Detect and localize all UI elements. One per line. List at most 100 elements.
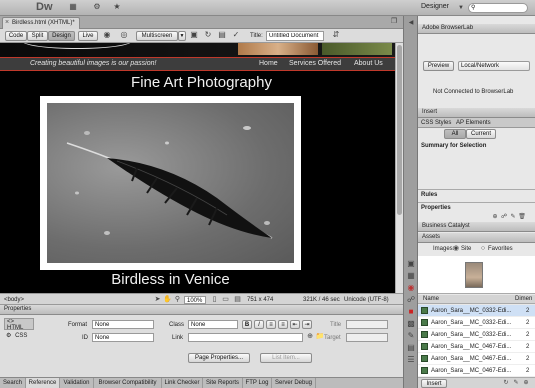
radio-site[interactable]: ◉	[452, 244, 460, 254]
asset-row[interactable]: Aaron_Sara__MC_0467-Edi... 2	[418, 353, 535, 365]
browserlab-source-select[interactable]: Local/Network	[458, 61, 530, 71]
gear-icon[interactable]: ⚙	[90, 2, 104, 12]
tag-selector[interactable]: <body>	[4, 297, 24, 303]
nav-link-services[interactable]: Services Offered	[289, 60, 341, 67]
browserlab-preview-button[interactable]: Preview	[423, 61, 454, 71]
css-mode-button[interactable]: ⚙ CSS	[4, 332, 34, 344]
tab-validation[interactable]: Validation	[60, 378, 94, 388]
format-select[interactable]: None	[92, 320, 154, 329]
multiscreen-dropdown[interactable]: ▼	[178, 31, 186, 41]
asset-row[interactable]: Aaron_Sara__MC_0332-Edi... 2	[418, 305, 535, 317]
tab-link-checker[interactable]: Link Checker	[162, 378, 203, 388]
add-to-favorites-icon[interactable]: ⊕	[522, 378, 530, 388]
asset-row[interactable]: Aaron_Sara__MC_0467-Edi... 2	[418, 365, 535, 377]
insert-panel-icon[interactable]: ▣	[406, 259, 416, 269]
tab-ftp-log[interactable]: FTP Log	[243, 378, 272, 388]
multiscreen-button[interactable]: Multiscreen	[136, 31, 178, 41]
movies-icon[interactable]: ▩	[406, 319, 416, 329]
refresh-icon[interactable]: ↻	[202, 30, 214, 40]
tab-ap-elements[interactable]: AP Elements	[456, 120, 491, 126]
css-all-button[interactable]: All	[444, 129, 466, 139]
close-icon[interactable]: ×	[5, 19, 9, 26]
nav-link-about[interactable]: About Us	[354, 60, 383, 67]
tab-reference[interactable]: Reference	[26, 378, 60, 388]
indent-button[interactable]: ⇥	[302, 320, 312, 329]
globe-icon[interactable]: ◉	[101, 30, 113, 40]
tab-site-reports[interactable]: Site Reports	[203, 378, 243, 388]
panel-collapse-icon[interactable]: ◀	[406, 18, 416, 28]
list-item-button[interactable]: List Item...	[260, 353, 312, 363]
refresh-site-list-icon[interactable]: ↻	[502, 378, 510, 388]
flash-icon[interactable]: ■	[406, 307, 416, 317]
trash-icon[interactable]: 🗑	[518, 212, 526, 222]
mobile-size-icon[interactable]: ▯	[210, 295, 219, 305]
templates-icon[interactable]: ▤	[406, 343, 416, 353]
tab-search[interactable]: Search	[0, 378, 26, 388]
id-select[interactable]: None	[92, 333, 154, 342]
zoom-select[interactable]: 100%	[184, 296, 206, 304]
check-page-icon[interactable]: ✓	[230, 30, 242, 40]
design-view-button[interactable]: Design	[48, 31, 75, 41]
scripts-icon[interactable]: ✎	[406, 331, 416, 341]
new-rule-icon[interactable]: ✎	[509, 212, 517, 222]
urls-icon[interactable]: ☍	[406, 295, 416, 305]
assets-tab[interactable]: Assets	[418, 233, 535, 243]
asset-row[interactable]: Aaron_Sara__MC_0332-Edi... 2	[418, 317, 535, 329]
file-management-icon[interactable]: ⇵	[330, 30, 342, 40]
help-search-input[interactable]: ⚲	[468, 3, 528, 13]
insert-panel-tab[interactable]: Insert	[418, 108, 535, 118]
tab-css-styles[interactable]: CSS Styles	[421, 120, 451, 126]
canvas-vertical-scrollbar[interactable]	[395, 43, 403, 293]
page-properties-button[interactable]: Page Properties...	[188, 353, 250, 363]
extensions-icon[interactable]: ★	[110, 2, 124, 12]
scrollbar-thumb[interactable]	[397, 45, 402, 215]
design-canvas[interactable]: Creating beautiful images is our passion…	[0, 43, 403, 293]
restore-window-icon[interactable]: ❐	[388, 17, 400, 27]
window-dimensions[interactable]: 751 x 474	[247, 297, 273, 303]
colors-icon[interactable]: ◉	[406, 283, 416, 293]
css-current-button[interactable]: Current	[466, 129, 496, 139]
business-catalyst-tab[interactable]: Business Catalyst	[418, 222, 535, 232]
unordered-list-button[interactable]: ≡	[266, 320, 276, 329]
target-select[interactable]	[346, 333, 388, 342]
tablet-size-icon[interactable]: ▭	[221, 295, 230, 305]
document-title-input[interactable]	[266, 31, 324, 41]
italic-button[interactable]: I	[254, 320, 264, 329]
ordered-list-button[interactable]: ≡	[278, 320, 288, 329]
assets-insert-button[interactable]: Insert	[421, 379, 447, 388]
outdent-button[interactable]: ⇤	[290, 320, 300, 329]
add-property-icon[interactable]: ⊕	[491, 212, 499, 222]
live-view-button[interactable]: Live	[78, 31, 98, 41]
properties-panel-header[interactable]: Properties	[0, 305, 403, 315]
class-select[interactable]: None	[188, 320, 238, 329]
split-view-button[interactable]: Split	[27, 31, 48, 41]
library-icon[interactable]: ☰	[406, 355, 416, 365]
photo-frame[interactable]	[40, 96, 301, 270]
zoom-tool-icon[interactable]: ⚲	[173, 295, 182, 305]
asset-row[interactable]: Aaron_Sara__MC_0332-Edi... 2	[418, 329, 535, 341]
nav-link-home[interactable]: Home	[259, 60, 278, 67]
attach-stylesheet-icon[interactable]: ☍	[500, 212, 508, 222]
col-dimensions-header[interactable]: Dimen	[515, 296, 532, 302]
point-to-file-icon[interactable]: ⊕	[305, 332, 315, 342]
tab-browser-compatibility[interactable]: Browser Compatibility	[94, 378, 162, 388]
workspace-switcher[interactable]: Designer	[421, 3, 449, 10]
desktop-size-icon[interactable]: ▤	[233, 295, 242, 305]
preview-icon[interactable]: ▣	[188, 30, 200, 40]
document-tab[interactable]: × Birdless.html (XHTML)*	[2, 17, 80, 29]
inspect-icon[interactable]: ◎	[118, 30, 130, 40]
layout-icon[interactable]: ▦	[66, 2, 80, 12]
asset-row[interactable]: Aaron_Sara__MC_0467-Edi... 2	[418, 341, 535, 353]
col-name-header[interactable]: Name	[423, 296, 439, 302]
browserlab-panel-header[interactable]: Adobe BrowserLab	[418, 24, 535, 34]
radio-favorites[interactable]: ○	[479, 244, 487, 254]
edit-asset-icon[interactable]: ✎	[512, 378, 520, 388]
title-field-input[interactable]	[346, 320, 388, 329]
tab-server-debug[interactable]: Server Debug	[272, 378, 316, 388]
html-mode-button[interactable]: <> HTML	[4, 318, 34, 331]
select-tool-icon[interactable]: ➤	[153, 295, 162, 305]
visual-aids-icon[interactable]: ▤	[216, 30, 228, 40]
link-input[interactable]	[188, 333, 303, 342]
bold-button[interactable]: B	[242, 320, 252, 329]
code-view-button[interactable]: Code	[5, 31, 27, 41]
